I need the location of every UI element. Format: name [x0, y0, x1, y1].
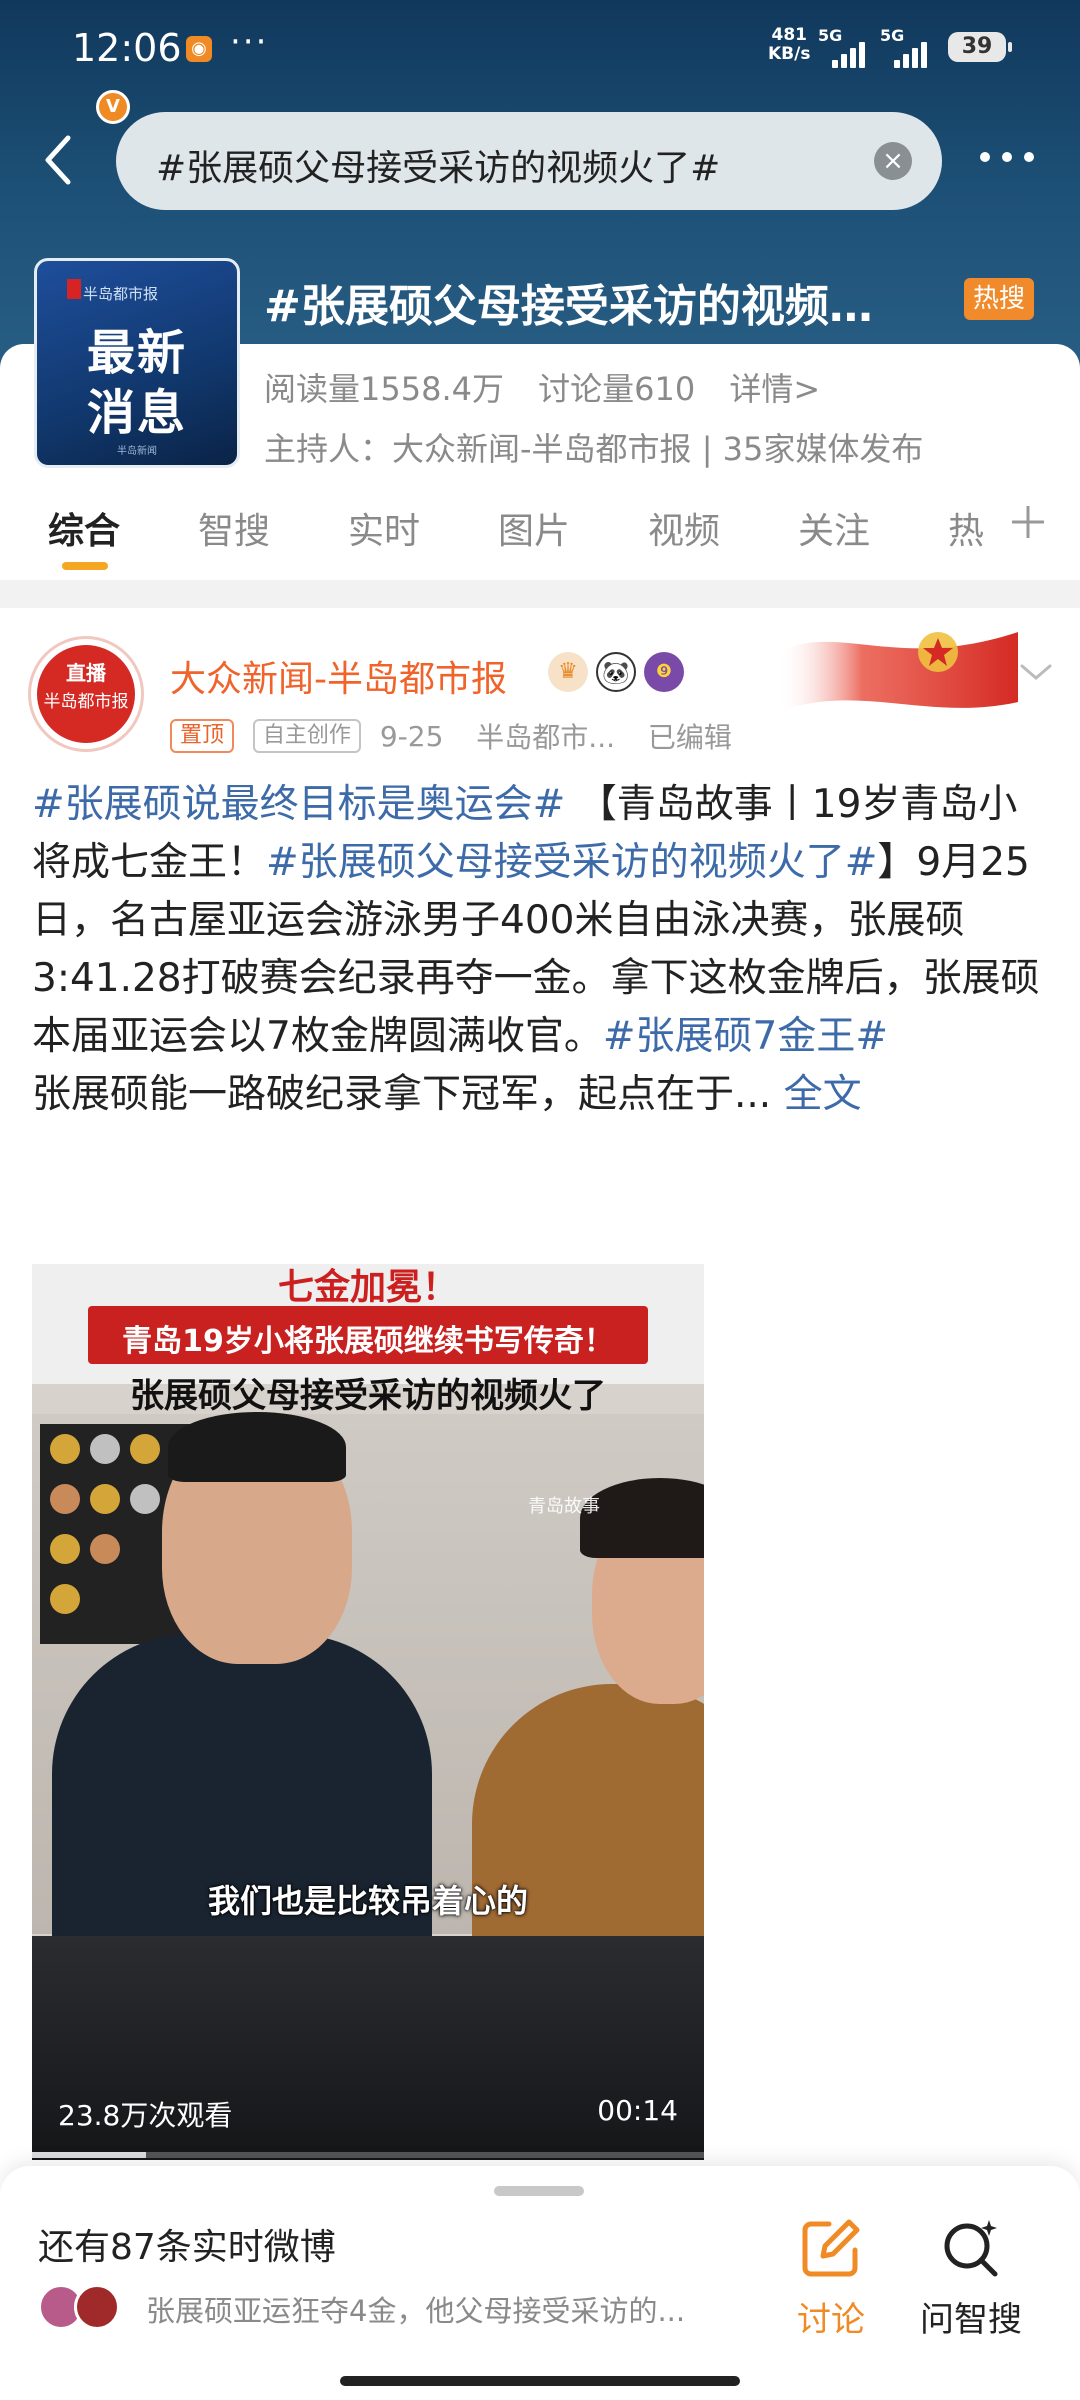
more-notifications-icon: ···: [230, 22, 269, 62]
post-text: #张展硕说最终目标是奥运会# 【青岛故事丨19岁青岛小将成七金王！#张展硕父母接…: [32, 776, 1052, 1124]
logo-footer: 半岛新闻: [117, 446, 157, 457]
realtime-preview-text[interactable]: 张展硕亚运狂夺4金，他父母接受采访的...: [146, 2288, 685, 2330]
chevron-down-icon[interactable]: [1018, 660, 1054, 684]
realtime-count-title[interactable]: 还有87条实时微博: [38, 2218, 336, 2270]
topic-title: #张展硕父母接受采访的视频…: [264, 281, 873, 332]
back-button[interactable]: [38, 130, 78, 190]
video-progress-bar[interactable]: [32, 2152, 704, 2158]
video-view-count: 23.8万次观看: [58, 2099, 233, 2132]
read-count: 阅读量1558.4万: [264, 370, 504, 408]
hashtag-link[interactable]: #张展硕7金王#: [603, 1014, 888, 1059]
home-indicator[interactable]: [340, 2376, 740, 2386]
pinned-badge: 置顶: [170, 719, 235, 753]
video-red-banner: 青岛19岁小将张展硕继续书写传奇！: [88, 1306, 648, 1364]
realtime-bottom-sheet[interactable]: 还有87条实时微博 张展硕亚运狂夺4金，他父母接受采访的... 讨论 问智搜: [0, 2166, 1080, 2400]
avatar-brand: 半岛都市报: [43, 692, 129, 712]
network-speed-unit: KB/s: [768, 44, 811, 64]
hashtag-link[interactable]: #张展硕说最终目标是奥运会#: [32, 782, 565, 827]
author-name[interactable]: 大众新闻-半岛都市报: [170, 650, 507, 702]
tab-comprehensive[interactable]: 综合: [48, 502, 120, 554]
logo-line-2: 消息: [86, 385, 187, 441]
tab-smart-search[interactable]: 智搜: [198, 502, 270, 554]
search-input[interactable]: #张展硕父母接受采访的视频火了# ×: [116, 112, 942, 210]
hot-search-badge: 热搜: [964, 278, 1034, 320]
discuss-label: 讨论: [797, 2300, 865, 2340]
post-date: 9-25: [379, 719, 444, 753]
drag-handle[interactable]: [494, 2186, 584, 2196]
panda-icon: 🐼: [596, 652, 636, 692]
live-label: 直播: [66, 661, 106, 685]
details-link[interactable]: 详情>: [729, 370, 820, 408]
discuss-button[interactable]: 讨论: [756, 2210, 906, 2350]
tab-bar: 综合 智搜 实时 图片 视频 关注 热: [0, 480, 1080, 580]
realtime-avatars: [38, 2284, 128, 2334]
tab-videos[interactable]: 视频: [648, 502, 720, 554]
video-subtitle: 我们也是比较吊着心的: [207, 1882, 528, 1920]
tab-following[interactable]: 关注: [798, 502, 870, 554]
author-avatar[interactable]: 直播 半岛都市报: [28, 636, 144, 752]
battery-icon: 39: [948, 32, 1012, 62]
video-banner-text: 青岛19岁小将张展硕继续书写传奇！: [122, 1324, 614, 1359]
status-bar: 12:06 ◉ ··· 481 KB/s 5G 5G 39: [0, 0, 1080, 100]
tab-hot[interactable]: 热: [948, 502, 984, 554]
ask-smart-search-button[interactable]: 问智搜: [896, 2210, 1046, 2350]
full-text-link[interactable]: 全文: [784, 1072, 862, 1117]
topic-stats: 阅读量1558.4万 讨论量610 详情>: [264, 364, 844, 410]
post-meta: 置顶 自主创作 9-25 半岛都市... 已编辑: [170, 716, 756, 754]
post-source: 半岛都市...: [476, 721, 615, 754]
member-crown-icon: ♛: [548, 652, 588, 692]
verified-icon: V: [96, 90, 130, 124]
clear-icon[interactable]: ×: [874, 142, 912, 180]
avatar: [74, 2284, 120, 2330]
video-progress-fill: [32, 2152, 147, 2158]
add-tab-icon[interactable]: [1010, 504, 1046, 540]
video-title-main: 张展硕父母接受采访的视频火了: [130, 1376, 606, 1416]
video-player[interactable]: 七金加冕！ 青岛19岁小将张展硕继续书写传奇！ 张展硕父母接受采访的视频火了 青…: [32, 1264, 704, 2160]
weibo-notification-icon: ◉: [186, 36, 212, 62]
video-duration: 00:14: [597, 2094, 678, 2127]
search-query: #张展硕父母接受采访的视频火了#: [156, 148, 721, 189]
original-badge: 自主创作: [252, 719, 361, 753]
topic-logo: 半岛都市报 最新 消息 半岛新闻: [34, 258, 240, 468]
network-speed: 481 KB/s: [768, 26, 810, 64]
back-arrow-icon: [45, 135, 71, 185]
hashtag-link[interactable]: #张展硕父母接受采访的视频火了#: [266, 840, 877, 885]
tab-realtime[interactable]: 实时: [348, 502, 420, 554]
video-watermark: 青岛故事: [528, 1496, 600, 1517]
ask-label: 问智搜: [920, 2300, 1022, 2340]
compose-icon: [802, 2219, 860, 2277]
edited-label: 已编辑: [647, 721, 732, 754]
smart-search-icon: [944, 2220, 998, 2277]
video-title-top: 七金加冕！: [277, 1267, 458, 1308]
more-options-button[interactable]: [972, 136, 1042, 176]
active-tab-indicator: [62, 562, 108, 570]
logo-brand: 半岛都市报: [83, 285, 159, 303]
network-speed-value: 481: [771, 25, 807, 45]
tab-images[interactable]: 图片: [498, 502, 570, 554]
post-text-segment: 张展硕能一路破纪录拿下冠军，起点在于...: [32, 1072, 772, 1117]
topic-host: 主持人：大众新闻-半岛都市报 | 35家媒体发布: [264, 430, 924, 468]
section-divider: [0, 580, 1080, 608]
rank-shield-icon: ❾: [644, 652, 684, 692]
discussion-count: 讨论量610: [538, 370, 696, 408]
status-time: 12:06: [72, 26, 182, 70]
decorative-flag-banner: [778, 612, 1018, 722]
